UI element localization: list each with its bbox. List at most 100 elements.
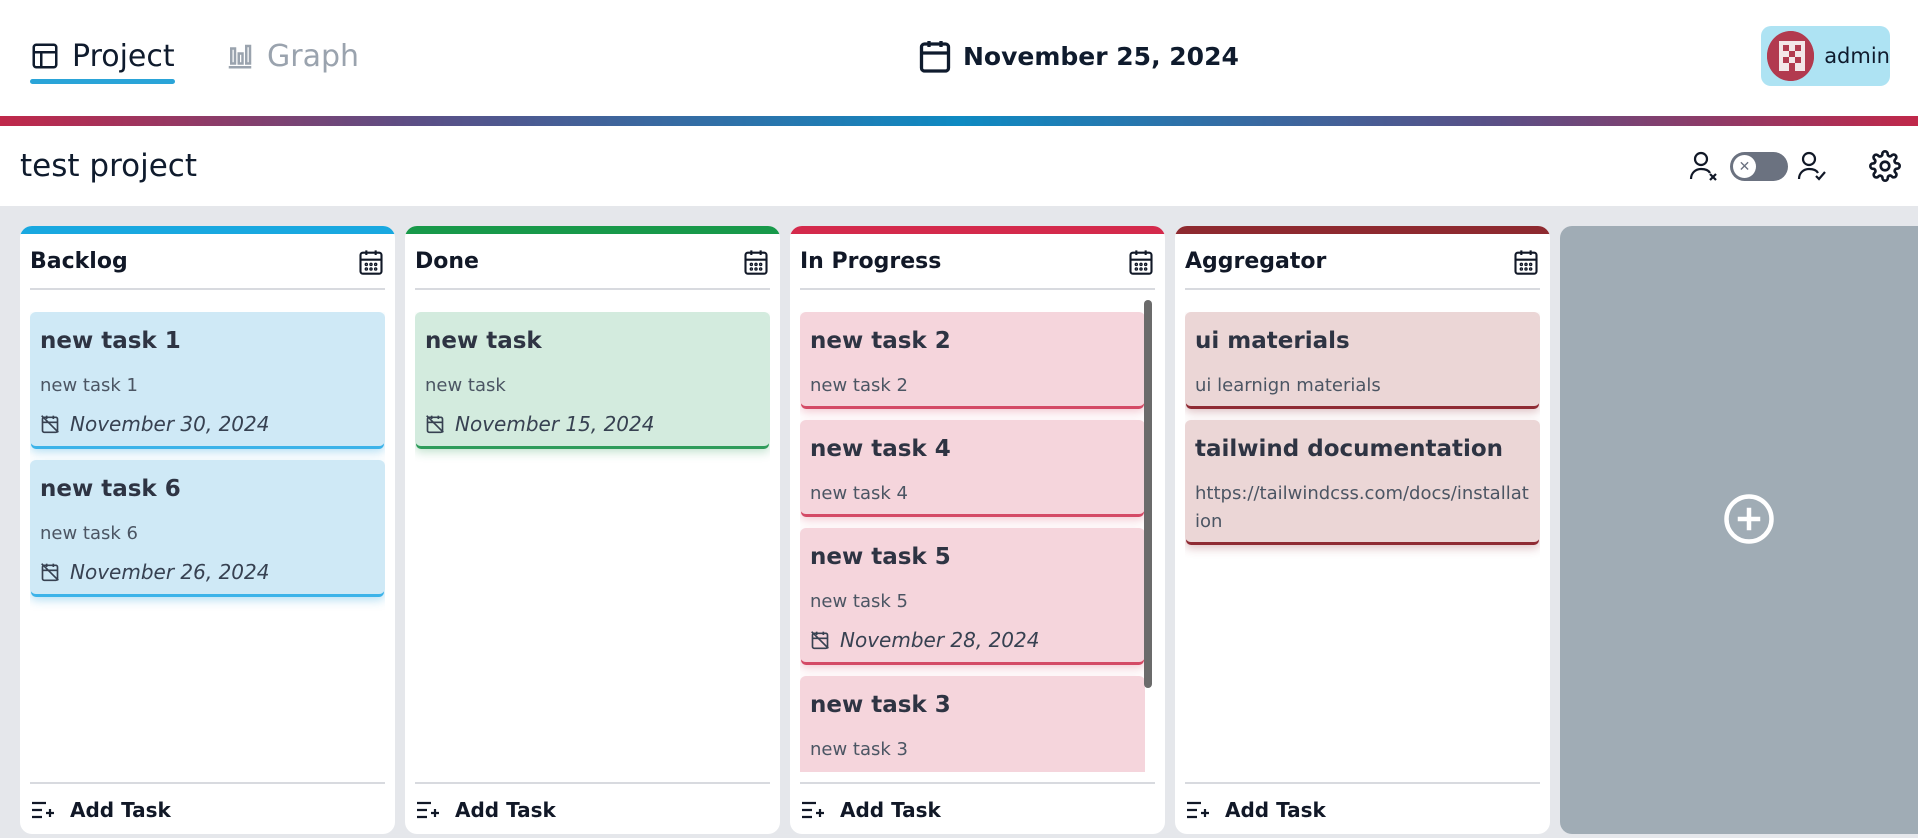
avatar [1767, 31, 1815, 81]
add-task-button[interactable]: Add Task [415, 798, 556, 822]
task-card[interactable]: new task new task November 15, 2024 [415, 312, 770, 446]
column-color-bar [1175, 226, 1550, 234]
column-title: In Progress [800, 249, 942, 274]
task-list: new task new task November 15, 2024 [415, 312, 770, 772]
task-title: new task 3 [810, 692, 951, 718]
list-add-icon [417, 801, 439, 819]
list-add-icon [802, 801, 824, 819]
task-title: ui materials [1195, 328, 1350, 354]
tab-graph-label: Graph [267, 38, 360, 74]
add-task-label: Add Task [455, 798, 556, 822]
tab-graph[interactable]: Graph [225, 36, 359, 76]
task-title: new task 5 [810, 544, 951, 570]
column-header: Done [415, 234, 770, 290]
column-title: Backlog [30, 249, 128, 274]
task-card[interactable]: new task 6 new task 6 November 26, 2024 [30, 460, 385, 594]
column-aggregator: Aggregator ui materials ui learnign mate… [1175, 226, 1550, 834]
add-task-label: Add Task [70, 798, 171, 822]
task-due-date-text: November 28, 2024 [840, 628, 1040, 652]
user-menu[interactable]: admin [1761, 26, 1890, 86]
task-card[interactable]: new task 4 new task 4 [800, 420, 1145, 514]
task-description: new task 6 [40, 523, 138, 544]
task-list-scrollbar[interactable] [1144, 300, 1152, 688]
calendar-icon[interactable] [357, 247, 385, 277]
column-footer: Add Task [800, 782, 1155, 834]
task-description: new task 3 [810, 739, 908, 760]
list-add-icon [32, 801, 54, 819]
add-column-button[interactable] [1560, 226, 1918, 834]
column-title: Aggregator [1185, 249, 1327, 274]
toggle-off-icon: ✕ [1733, 155, 1756, 178]
task-description: new task 4 [810, 483, 908, 504]
user-name: admin [1824, 44, 1890, 68]
column-backlog: Backlog new task 1 new task 1 November 3… [20, 226, 395, 834]
column-header: In Progress [800, 234, 1155, 290]
column-footer: Add Task [1185, 782, 1540, 834]
task-card[interactable]: new task 1 new task 1 November 30, 2024 [30, 312, 385, 446]
bar-chart-icon [228, 44, 252, 69]
plus-circle-icon [1724, 494, 1774, 544]
add-task-label: Add Task [1225, 798, 1326, 822]
task-title: tailwind documentation [1195, 436, 1504, 462]
task-title: new task 1 [40, 328, 181, 354]
task-due-date-text: November 26, 2024 [70, 560, 270, 584]
calendar-icon[interactable] [1127, 247, 1155, 277]
tab-project-label: Project [72, 38, 175, 74]
calendar-off-icon [41, 563, 59, 582]
add-task-button[interactable]: Add Task [1185, 798, 1326, 822]
task-description: https://tailwindcss.com/docs/installatio… [1195, 483, 1529, 532]
project-title: test project [20, 148, 197, 184]
column-color-bar [405, 226, 780, 234]
calendar-off-icon [426, 415, 444, 434]
column-done: Done new task new task November 15, 2024… [405, 226, 780, 834]
add-task-button[interactable]: Add Task [800, 798, 941, 822]
task-due-date-text: November 30, 2024 [70, 412, 270, 436]
task-due-date: November 30, 2024 [40, 412, 269, 436]
task-list: ui materials ui learnign materials tailw… [1185, 312, 1540, 772]
task-title: new task [425, 328, 542, 354]
assignee-filter-toggle[interactable]: ✕ [1730, 152, 1788, 181]
gear-icon[interactable] [1869, 150, 1901, 182]
column-footer: Add Task [30, 782, 385, 834]
task-due-date-text: November 15, 2024 [455, 412, 655, 436]
add-task-button[interactable]: Add Task [30, 798, 171, 822]
task-card[interactable]: ui materials ui learnign materials [1185, 312, 1540, 406]
column-color-bar [20, 226, 395, 234]
column-header: Backlog [30, 234, 385, 290]
calendar-off-icon [811, 631, 829, 650]
user-remove-icon[interactable] [1688, 150, 1720, 182]
column-footer: Add Task [415, 782, 770, 834]
task-due-date: November 26, 2024 [40, 560, 269, 584]
task-list: new task 1 new task 1 November 30, 2024 … [30, 312, 385, 772]
column-title: Done [415, 249, 479, 274]
task-title: new task 6 [40, 476, 181, 502]
task-description: new task 1 [40, 375, 138, 396]
list-add-icon [1187, 801, 1209, 819]
task-due-date: November 15, 2024 [425, 412, 654, 436]
table-layout-icon [32, 43, 58, 69]
add-task-label: Add Task [840, 798, 941, 822]
task-description: new task [425, 375, 506, 396]
task-card[interactable]: new task 3 new task 3 [800, 676, 1145, 772]
calendar-icon[interactable] [1512, 247, 1540, 277]
task-description: ui learnign materials [1195, 375, 1381, 396]
current-date: November 25, 2024 [917, 36, 1239, 76]
calendar-off-icon [41, 415, 59, 434]
project-header [0, 126, 1918, 206]
calendar-icon [919, 41, 951, 73]
task-title: new task 2 [810, 328, 951, 354]
column-in-progress: In Progress new task 2 new task 2 new ta… [790, 226, 1165, 834]
header-divider [0, 116, 1918, 126]
task-card[interactable]: new task 2 new task 2 [800, 312, 1145, 406]
task-card[interactable]: tailwind documentation https://tailwindc… [1185, 420, 1540, 542]
calendar-icon[interactable] [742, 247, 770, 277]
task-card[interactable]: new task 5 new task 5 November 28, 2024 [800, 528, 1145, 662]
tab-project[interactable]: Project [30, 36, 175, 84]
task-title: new task 4 [810, 436, 951, 462]
task-description: new task 5 [810, 591, 908, 612]
current-date-text: November 25, 2024 [963, 41, 1239, 71]
task-list: new task 2 new task 2 new task 4 new tas… [800, 312, 1145, 772]
column-header: Aggregator [1185, 234, 1540, 290]
task-due-date: November 28, 2024 [810, 628, 1039, 652]
user-check-icon[interactable] [1796, 150, 1828, 182]
